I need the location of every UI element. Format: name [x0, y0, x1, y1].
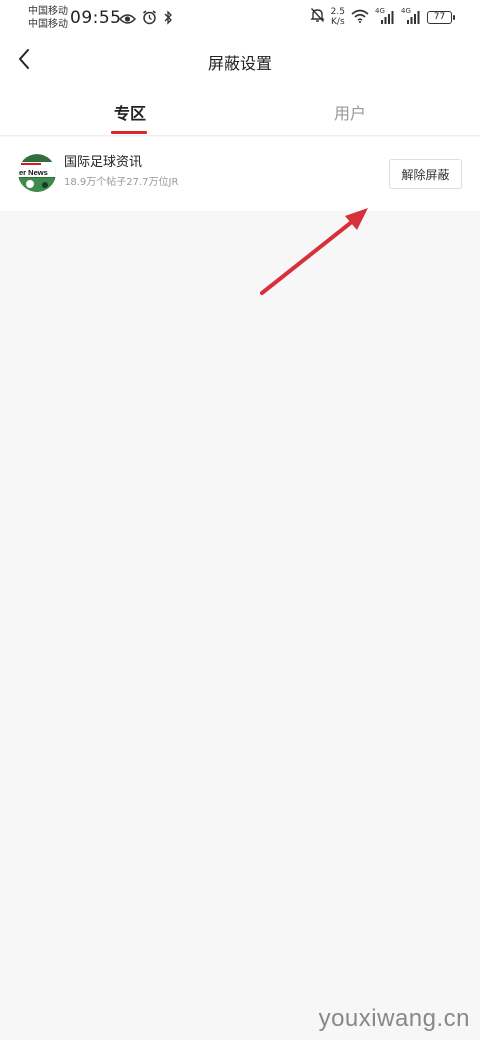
signal-icon: 4G [375, 7, 395, 25]
net-speed-value: 2.5 [330, 7, 345, 17]
battery-icon: 77 [427, 10, 455, 24]
watermark: youxiwang.cn [318, 1005, 470, 1032]
eye-icon [118, 10, 137, 29]
carrier-2: 中国移动 [28, 19, 68, 30]
list-item: er News 国际足球资讯 18.9万个帖子27.7万位JR 解除屏蔽 [0, 137, 480, 211]
app-screen: 中国移动 中国移动 09:55 2.5 K/s 4G 4G 77 屏蔽设置 专区… [0, 0, 480, 1040]
net-speed-unit: K/s [331, 17, 345, 27]
status-right-icons: 2.5 K/s 4G 4G 77 [309, 7, 455, 27]
unblock-button[interactable]: 解除屏蔽 [389, 159, 462, 189]
status-left-icons [118, 10, 173, 29]
zone-name: 国际足球资讯 [64, 155, 143, 170]
zone-meta: 18.9万个帖子27.7万位JR [64, 177, 179, 188]
active-tab-indicator [111, 131, 147, 134]
carrier-1: 中国移动 [28, 6, 68, 17]
tab-zones[interactable]: 专区 [70, 100, 190, 124]
zone-thumbnail: er News [18, 154, 56, 192]
alarm-icon [142, 10, 157, 29]
wifi-icon [351, 8, 369, 27]
page-title: 屏蔽设置 [207, 54, 272, 73]
mute-icon [309, 7, 325, 27]
tab-bar: 专区 用户 [0, 84, 480, 136]
battery-level: 77 [433, 12, 446, 22]
bluetooth-icon [163, 10, 173, 29]
status-bar: 中国移动 中国移动 09:55 2.5 K/s 4G 4G 77 [0, 0, 480, 38]
carrier-labels: 中国移动 中国移动 [28, 5, 68, 31]
nav-header: 屏蔽设置 [0, 38, 480, 84]
zone-thumbnail-text: er News [19, 168, 48, 177]
signal-icon: 4G [401, 7, 421, 25]
status-time: 09:55 [70, 8, 122, 28]
net-speed: 2.5 K/s [331, 7, 345, 27]
tab-users[interactable]: 用户 [290, 100, 410, 124]
